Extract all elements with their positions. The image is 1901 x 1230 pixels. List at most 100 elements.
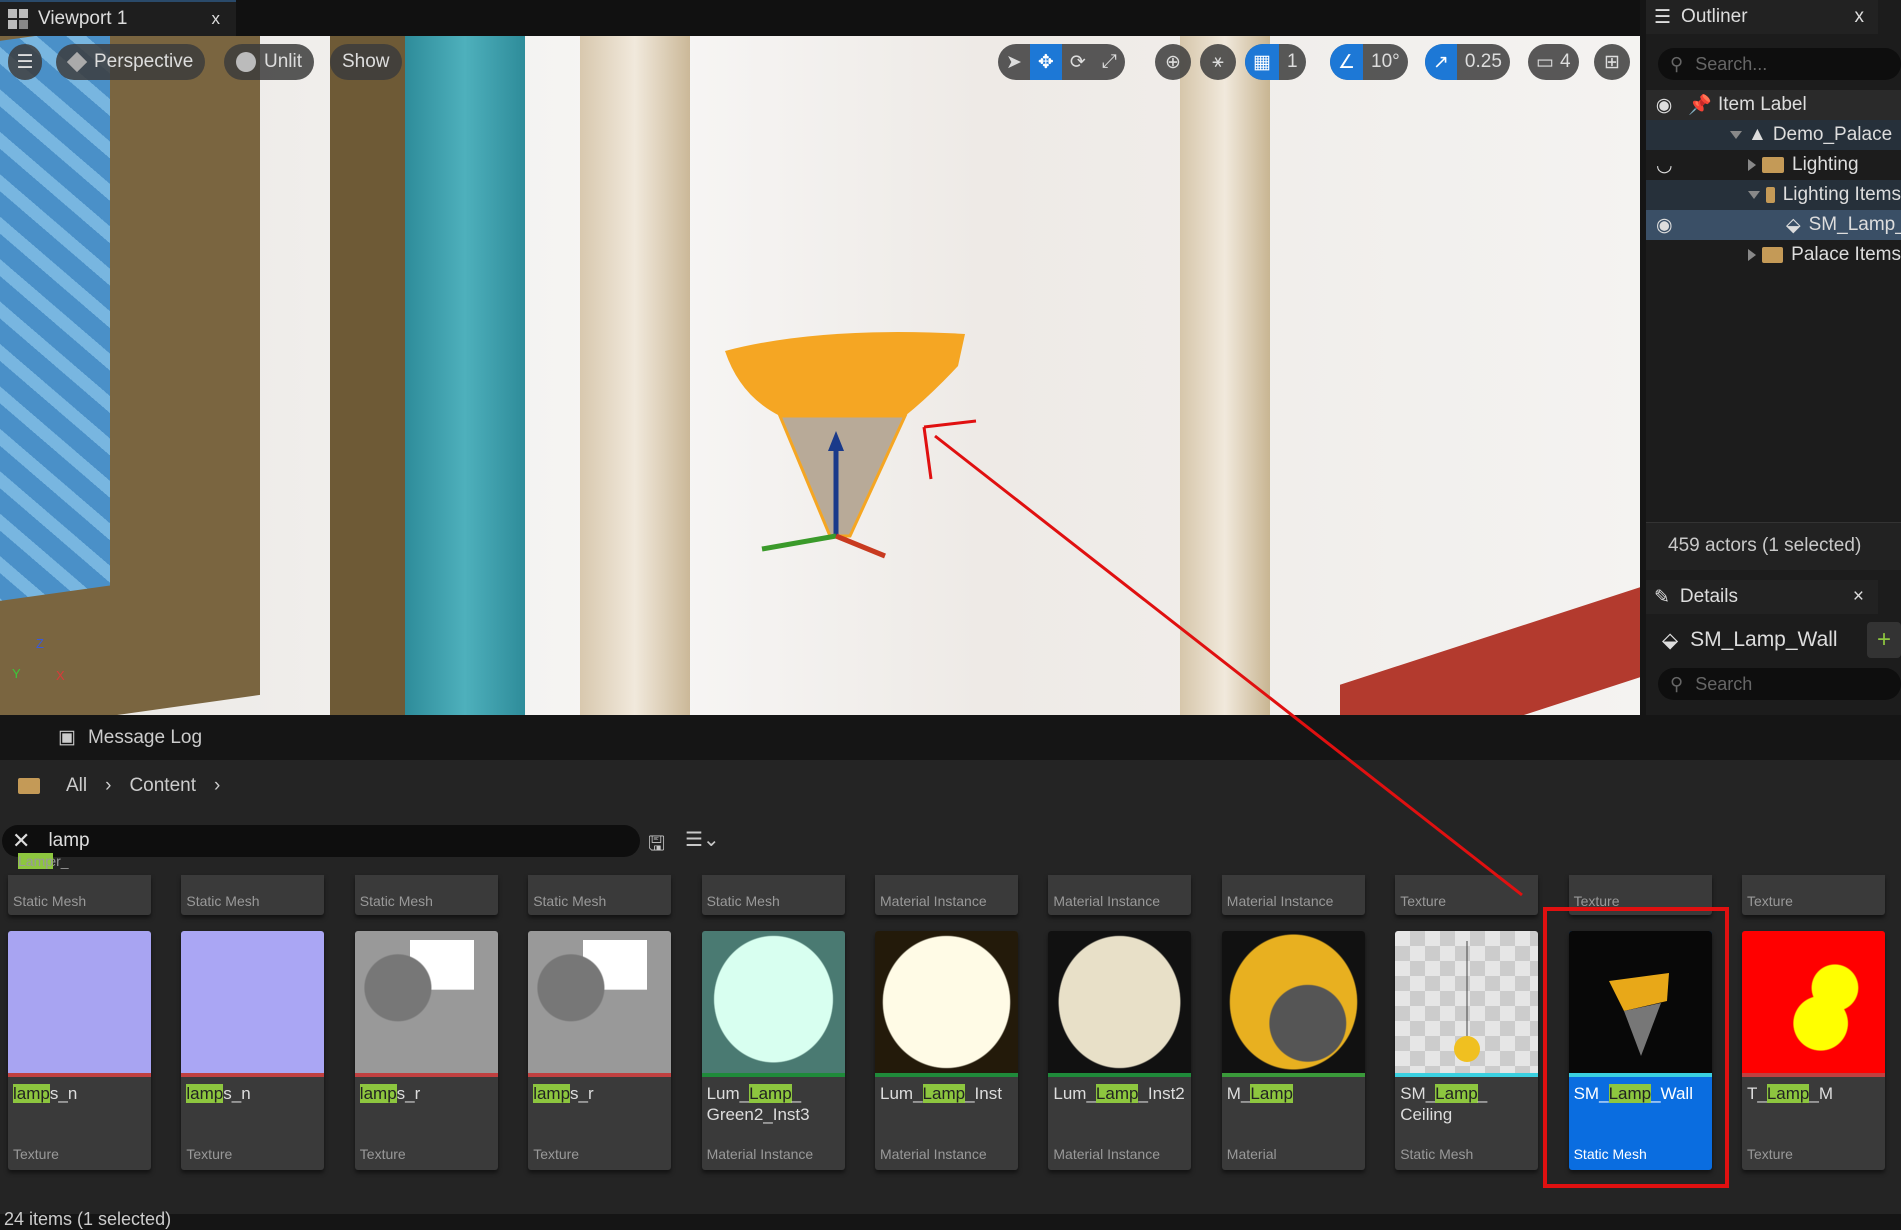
message-log-tab[interactable]: ▣ Message Log bbox=[0, 715, 1901, 760]
outliner-search-input[interactable]: ⚲ Search... bbox=[1658, 48, 1901, 80]
asset-tile-selected[interactable]: SM_Lamp_Wall Static Mesh bbox=[1568, 931, 1712, 1170]
asset-tile[interactable]: T_Lamp_M Texture bbox=[1742, 931, 1885, 1170]
details-tab[interactable]: ✎ Details × bbox=[1646, 580, 1878, 614]
pin-icon[interactable]: 📌 bbox=[1682, 93, 1718, 117]
outliner-row[interactable]: Lighting Items bbox=[1646, 180, 1901, 210]
close-icon[interactable]: × bbox=[1853, 586, 1864, 608]
asset-tile[interactable]: Static Mesh bbox=[701, 875, 845, 915]
asset-tile[interactable]: lamps_r Texture bbox=[528, 931, 672, 1170]
select-tool-icon[interactable]: ➤ bbox=[998, 44, 1030, 80]
asset-type: Material Instance bbox=[1053, 1146, 1160, 1162]
outliner-row[interactable]: ▲ Demo_Palace bbox=[1646, 120, 1901, 150]
move-tool-icon[interactable]: ✥ bbox=[1029, 44, 1062, 80]
globe-icon: ⊕ bbox=[1165, 51, 1181, 73]
tab-viewport-1[interactable]: Viewport 1 x bbox=[0, 0, 236, 36]
close-icon[interactable]: x bbox=[1855, 6, 1865, 28]
tab-label: Message Log bbox=[87, 726, 203, 748]
asset-tile[interactable]: Lum_Lamp_Inst Material Instance bbox=[875, 931, 1018, 1170]
save-search-icon[interactable]: 🖫 bbox=[648, 829, 665, 863]
asset-name: Lum_Lamp_Inst2 bbox=[1053, 1084, 1185, 1103]
close-icon[interactable]: x bbox=[212, 9, 221, 29]
items-count: 24 items (1 selected) bbox=[4, 1209, 172, 1229]
outliner-row-selected[interactable]: ◉ ⬙ SM_Lamp_Wall bbox=[1646, 210, 1901, 240]
filter-icon[interactable]: ☰⌄ bbox=[685, 827, 720, 852]
asset-tile[interactable]: Material Instance bbox=[1221, 875, 1365, 915]
asset-type: Material bbox=[1226, 1146, 1277, 1162]
asset-tile[interactable]: Texture bbox=[1742, 875, 1885, 915]
asset-type: Static Mesh bbox=[359, 893, 433, 909]
asset-tile[interactable]: Static Mesh bbox=[354, 875, 498, 915]
asset-tile[interactable]: Texture bbox=[1568, 875, 1712, 915]
folder-icon bbox=[1762, 157, 1784, 173]
visibility-icon[interactable]: ◉ bbox=[1656, 214, 1673, 237]
outliner-row[interactable]: Palace Items bbox=[1646, 240, 1901, 270]
static-mesh-icon: ⬙ bbox=[1662, 628, 1679, 652]
asset-thumbnail bbox=[1395, 931, 1539, 1073]
scale-snap-value: 0.25 bbox=[1464, 51, 1502, 72]
asset-type: Static Mesh bbox=[186, 893, 260, 909]
camera-speed-button[interactable]: ▭ 4 bbox=[1528, 44, 1579, 80]
show-label: Show bbox=[342, 51, 390, 72]
surface-snap-button[interactable]: ⚹ bbox=[1200, 44, 1236, 80]
asset-tile[interactable]: Static Mesh bbox=[181, 875, 325, 915]
asset-type: Texture bbox=[359, 1146, 406, 1162]
level-icon: ▲ bbox=[1748, 124, 1767, 145]
details-search-input[interactable]: ⚲ Search bbox=[1658, 668, 1901, 700]
scale-tool-icon[interactable]: ⤢ bbox=[1094, 44, 1125, 80]
asset-tile[interactable]: SM_Lamp_ Ceiling Static Mesh bbox=[1395, 931, 1539, 1170]
chevron-right-icon[interactable]: › bbox=[214, 775, 220, 797]
grid-snap-button[interactable]: ▦ 1 bbox=[1245, 44, 1306, 80]
asset-type: Material Instance bbox=[706, 1146, 814, 1162]
folder-open-icon bbox=[1766, 187, 1775, 203]
asset-type: Static Mesh bbox=[1573, 1146, 1647, 1162]
asset-name: Lum_Lamp_ Green2_Inst3 bbox=[706, 1084, 810, 1124]
viewport-icon bbox=[8, 9, 28, 29]
breadcrumb-all[interactable]: All bbox=[66, 775, 87, 797]
search-icon: ⚲ bbox=[1670, 53, 1684, 74]
asset-tile[interactable]: M_Lamp Material bbox=[1221, 931, 1365, 1170]
asset-type: Material Instance bbox=[880, 1146, 987, 1162]
hamburger-icon: ☰ bbox=[16, 51, 34, 73]
asset-tile[interactable]: lamps_n Texture bbox=[181, 931, 325, 1170]
asset-tile[interactable]: Material Instance bbox=[1048, 875, 1192, 915]
sphere-icon bbox=[236, 52, 256, 72]
outliner-tab[interactable]: ☰ Outliner x bbox=[1646, 0, 1878, 34]
row-label: Lighting bbox=[1792, 154, 1859, 175]
asset-tile[interactable]: lamps_r Texture bbox=[354, 931, 498, 1170]
scale-snap-button[interactable]: ↗ 0.25 bbox=[1425, 44, 1510, 80]
asset-tile[interactable]: lamps_n Texture bbox=[8, 931, 151, 1170]
asset-tile[interactable]: Lum_Lamp_Inst2 Material Instance bbox=[1048, 931, 1192, 1170]
chevron-right-icon[interactable]: › bbox=[105, 775, 111, 797]
asset-name: lamps_n bbox=[186, 1084, 251, 1103]
search-placeholder: Search... bbox=[1695, 53, 1768, 74]
world-local-button[interactable]: ⊕ bbox=[1155, 44, 1191, 80]
rotation-snap-button[interactable]: ∠ 10° bbox=[1330, 44, 1408, 80]
asset-thumbnail bbox=[8, 931, 151, 1073]
add-component-button[interactable]: + bbox=[1866, 622, 1901, 658]
asset-tile[interactable]: Material Instance bbox=[875, 875, 1018, 915]
view-mode-button[interactable]: Unlit bbox=[224, 44, 315, 80]
clear-search-icon[interactable]: ✕ bbox=[12, 828, 30, 854]
asset-type: Texture bbox=[1400, 893, 1447, 909]
outliner-row[interactable]: ◡ Lighting bbox=[1646, 150, 1901, 180]
asset-search-input[interactable]: ✕ lamp bbox=[2, 825, 640, 857]
asset-tile[interactable]: Corner_LampStatic Mesh bbox=[8, 853, 151, 915]
row-label: Palace Items bbox=[1791, 244, 1901, 265]
show-button[interactable]: Show bbox=[330, 44, 402, 80]
visibility-icon[interactable]: ◉ bbox=[1646, 94, 1682, 117]
folder-icon bbox=[1762, 247, 1784, 263]
level-viewport[interactable]: Z Y X ☰ Perspective Unlit Show ➤ ✥ ⟳ ⤢ ⊕… bbox=[0, 36, 1640, 715]
layout-button[interactable]: ⊞ bbox=[1594, 44, 1630, 80]
asset-tile[interactable]: Texture bbox=[1395, 875, 1539, 915]
asset-tile[interactable]: Lum_Lamp_ Green2_Inst3 Material Instance bbox=[701, 931, 845, 1170]
rotate-tool-icon[interactable]: ⟳ bbox=[1062, 44, 1094, 80]
perspective-button[interactable]: Perspective bbox=[56, 44, 206, 80]
viewport-menu-button[interactable]: ☰ bbox=[8, 44, 42, 80]
breadcrumb-content[interactable]: Content bbox=[129, 775, 196, 797]
hidden-eye-icon[interactable]: ◡ bbox=[1656, 154, 1673, 177]
axis-indicator: Z Y X bbox=[10, 636, 70, 686]
asset-thumbnail bbox=[1221, 931, 1365, 1073]
item-label-column[interactable]: Item Label bbox=[1718, 94, 1807, 116]
asset-name: SM_Lamp_ Ceiling bbox=[1400, 1084, 1488, 1124]
asset-tile[interactable]: Static Mesh bbox=[528, 875, 672, 915]
